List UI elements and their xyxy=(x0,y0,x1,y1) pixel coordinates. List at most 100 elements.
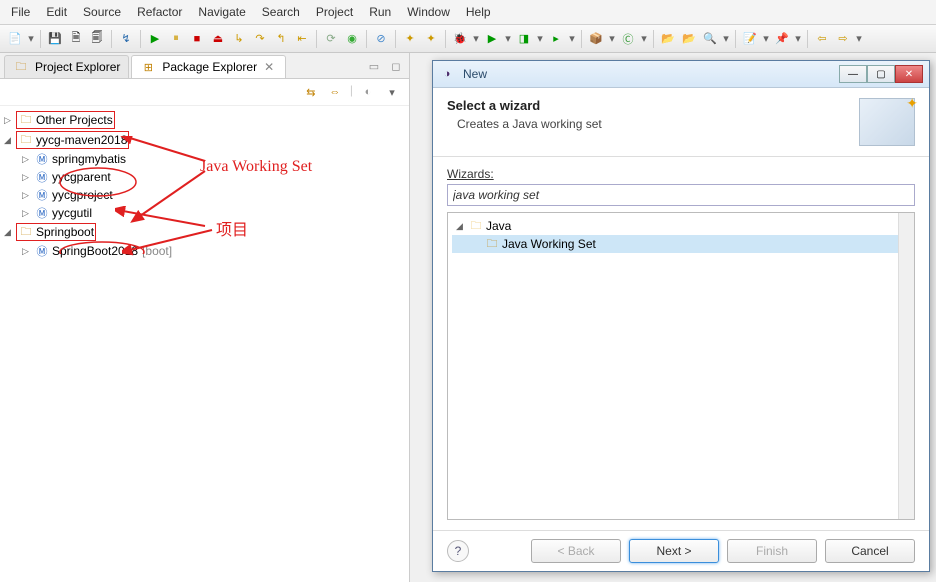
tab-package-explorer[interactable]: ⊞ Package Explorer ✕ xyxy=(131,55,286,78)
expander-icon[interactable]: ◢ xyxy=(456,221,468,232)
back-button[interactable]: < Back xyxy=(531,539,621,563)
expander-icon[interactable]: ◢ xyxy=(4,135,16,146)
minimize-icon[interactable]: ▭ xyxy=(365,58,383,76)
tree-project[interactable]: ▷ Ⓜ SpringBoot2018 [boot] xyxy=(2,242,407,260)
new-java-icon[interactable]: ✦ xyxy=(422,30,440,48)
menu-project[interactable]: Project xyxy=(309,2,360,22)
view-toolbar: ⇆ ⇔ | ◐ ▾ xyxy=(0,79,409,106)
new-icon[interactable]: 📄 xyxy=(6,30,24,48)
close-button[interactable]: ✕ xyxy=(895,65,923,83)
dropdown-icon[interactable]: ▾ xyxy=(536,30,544,48)
debug-icon[interactable]: 🐞 xyxy=(451,30,469,48)
menu-run[interactable]: Run xyxy=(362,2,398,22)
dropdown-icon[interactable]: ▾ xyxy=(504,30,512,48)
menu-help[interactable]: Help xyxy=(459,2,498,22)
relaunch-icon[interactable]: ⟳ xyxy=(322,30,340,48)
tree-working-set[interactable]: ▷ 🗀 Other Projects xyxy=(2,110,407,130)
help-button[interactable]: ? xyxy=(447,540,469,562)
menu-file[interactable]: File xyxy=(4,2,37,22)
maximize-icon[interactable]: ◻ xyxy=(387,58,405,76)
step-over-icon[interactable]: ↷ xyxy=(251,30,269,48)
dropdown-icon[interactable]: ▾ xyxy=(568,30,576,48)
open-type-icon[interactable]: 📂 xyxy=(659,30,677,48)
finish-button[interactable]: Finish xyxy=(727,539,817,563)
disconnect-icon[interactable]: ⏏ xyxy=(209,30,227,48)
tree-project[interactable]: ▷ Ⓜ springmybatis xyxy=(2,150,407,168)
close-icon[interactable]: ✕ xyxy=(261,60,277,74)
drop-frame-icon[interactable]: ⇤ xyxy=(293,30,311,48)
wizard-item[interactable]: 🗀 Java Working Set xyxy=(452,235,910,253)
save-icon[interactable]: 💾 xyxy=(46,30,64,48)
toggle-mark-icon[interactable]: 📌 xyxy=(773,30,791,48)
expander-icon[interactable]: ▷ xyxy=(22,154,34,165)
expander-icon[interactable]: ▷ xyxy=(4,115,16,126)
forward-icon[interactable]: ⇨ xyxy=(834,30,852,48)
wizard-tree[interactable]: ◢ 🗀 Java 🗀 Java Working Set xyxy=(447,212,915,520)
menu-edit[interactable]: Edit xyxy=(39,2,74,22)
run-icon[interactable]: ▶ xyxy=(483,30,501,48)
coverage-icon[interactable]: ◨ xyxy=(515,30,533,48)
dropdown-icon[interactable]: ▾ xyxy=(855,30,863,48)
expander-icon[interactable]: ▷ xyxy=(22,190,34,201)
tree-working-set[interactable]: ◢ 🗀 yycg-maven2018 xyxy=(2,130,407,150)
collapse-all-icon[interactable]: ⇆ xyxy=(302,83,320,101)
new-package-icon[interactable]: 📦 xyxy=(587,30,605,48)
menu-window[interactable]: Window xyxy=(400,2,457,22)
dropdown-icon[interactable]: ▾ xyxy=(27,30,35,48)
annotate-icon[interactable]: 📝 xyxy=(741,30,759,48)
tree-project[interactable]: ▷ Ⓜ yycgparent xyxy=(2,168,407,186)
dropdown-icon[interactable]: ▾ xyxy=(472,30,480,48)
link-editor-icon[interactable]: ⇔ xyxy=(326,83,344,101)
expander-icon[interactable]: ▷ xyxy=(22,246,34,257)
package-tree[interactable]: ▷ 🗀 Other Projects ◢ 🗀 yycg-maven2018 ▷ … xyxy=(0,106,409,582)
tree-label: yycgutil xyxy=(52,206,92,220)
step-return-icon[interactable]: ↰ xyxy=(272,30,290,48)
expander-icon[interactable]: ▷ xyxy=(22,208,34,219)
view-menu-icon[interactable]: ▾ xyxy=(383,83,401,101)
pause-icon[interactable]: ⏸ xyxy=(167,30,185,48)
dialog-titlebar[interactable]: ◑ New — ▢ ✕ xyxy=(433,61,929,88)
dialog-body: Wizards: ◢ 🗀 Java 🗀 Java Working Set xyxy=(433,157,929,530)
dropdown-icon[interactable]: ▾ xyxy=(794,30,802,48)
boot-dashboard-icon[interactable]: ◉ xyxy=(343,30,361,48)
menu-search[interactable]: Search xyxy=(255,2,307,22)
focus-task-icon[interactable]: ◐ xyxy=(359,83,377,101)
step-into-icon[interactable]: ↳ xyxy=(230,30,248,48)
scrollbar[interactable] xyxy=(898,213,914,519)
working-set-icon: 🗀 xyxy=(18,132,34,148)
wizard-filter-input[interactable] xyxy=(447,184,915,206)
menu-navigate[interactable]: Navigate xyxy=(191,2,252,22)
menu-refactor[interactable]: Refactor xyxy=(130,2,189,22)
working-set-icon: 🗀 xyxy=(484,236,500,252)
dropdown-icon[interactable]: ▾ xyxy=(608,30,616,48)
tree-working-set[interactable]: ◢ 🗀 Springboot xyxy=(2,222,407,242)
wizard-category[interactable]: ◢ 🗀 Java xyxy=(452,217,910,235)
expander-icon[interactable]: ◢ xyxy=(4,227,16,238)
wand-icon[interactable]: ↯ xyxy=(117,30,135,48)
new-server-icon[interactable]: ✦ xyxy=(401,30,419,48)
wizards-label: Wizards: xyxy=(447,167,915,181)
tree-project[interactable]: ▷ Ⓜ yycgproject xyxy=(2,186,407,204)
back-icon[interactable]: ⇦ xyxy=(813,30,831,48)
stop-icon[interactable]: ■ xyxy=(188,30,206,48)
next-button[interactable]: Next > xyxy=(629,539,719,563)
maximize-button[interactable]: ▢ xyxy=(867,65,895,83)
print-icon[interactable]: 🗐 xyxy=(88,30,106,48)
new-class-icon[interactable]: Ⓒ xyxy=(619,30,637,48)
dropdown-icon[interactable]: ▾ xyxy=(722,30,730,48)
dropdown-icon[interactable]: ▾ xyxy=(640,30,648,48)
search-icon[interactable]: 🔍 xyxy=(701,30,719,48)
dropdown-icon[interactable]: ▾ xyxy=(762,30,770,48)
run-last-icon[interactable]: ▸ xyxy=(547,30,565,48)
skip-breakpoints-icon[interactable]: ⊘ xyxy=(372,30,390,48)
menu-source[interactable]: Source xyxy=(76,2,128,22)
resume-icon[interactable]: ▶ xyxy=(146,30,164,48)
side-panel: 🗀 Project Explorer ⊞ Package Explorer ✕ … xyxy=(0,53,410,582)
save-all-icon[interactable]: 🗎 xyxy=(67,30,85,48)
minimize-button[interactable]: — xyxy=(839,65,867,83)
expander-icon[interactable]: ▷ xyxy=(22,172,34,183)
tab-project-explorer[interactable]: 🗀 Project Explorer xyxy=(4,55,129,78)
tree-project[interactable]: ▷ Ⓜ yycgutil xyxy=(2,204,407,222)
cancel-button[interactable]: Cancel xyxy=(825,539,915,563)
open-task-icon[interactable]: 📂 xyxy=(680,30,698,48)
